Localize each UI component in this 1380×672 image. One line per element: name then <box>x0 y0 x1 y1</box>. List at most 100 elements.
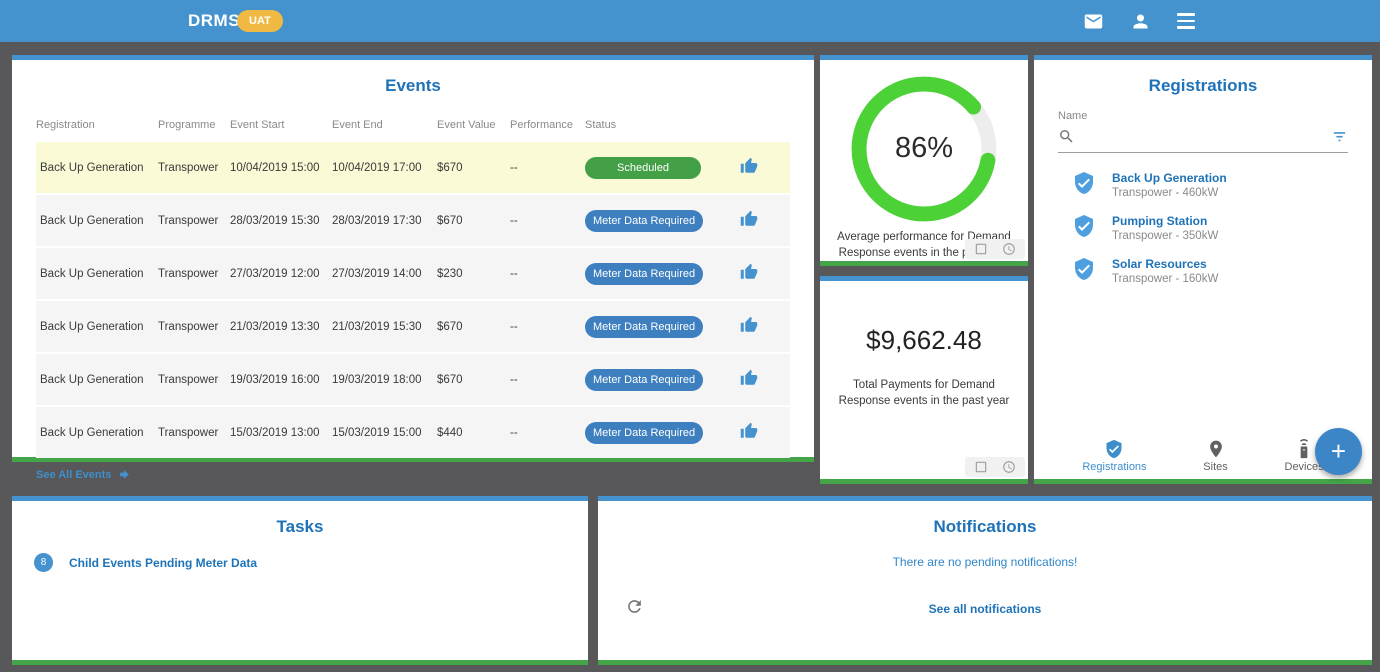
cell-registration: Back Up Generation <box>36 215 158 227</box>
event-row[interactable]: Back Up Generation Transpower 27/03/2019… <box>36 248 790 299</box>
registration-list-item[interactable]: Back Up Generation Transpower - 460kW <box>1072 171 1372 199</box>
events-table-body: Back Up Generation Transpower 10/04/2019… <box>36 142 790 458</box>
status-badge: Scheduled <box>585 157 701 179</box>
cell-event-end: 15/03/2019 15:00 <box>332 427 437 439</box>
performance-percent: 86% <box>820 132 1028 165</box>
cell-registration: Back Up Generation <box>36 162 158 174</box>
location-pin-icon <box>1206 439 1226 459</box>
event-row[interactable]: Back Up Generation Transpower 15/03/2019… <box>36 407 790 458</box>
status-badge: Meter Data Required <box>585 422 703 444</box>
event-row[interactable]: Back Up Generation Transpower 28/03/2019… <box>36 195 790 246</box>
registrations-panel: Registrations Name Back Up Generation Tr… <box>1034 55 1372 484</box>
cell-event-value: $670 <box>437 374 510 386</box>
refresh-icon[interactable] <box>625 597 644 616</box>
card-view-icon[interactable] <box>974 242 988 256</box>
clock-icon[interactable] <box>1002 242 1016 256</box>
cell-performance: -- <box>510 268 585 280</box>
cell-programme: Transpower <box>158 427 230 439</box>
card-view-icon[interactable] <box>974 460 988 474</box>
cell-programme: Transpower <box>158 162 230 174</box>
tab-registrations[interactable]: Registrations <box>1082 439 1146 473</box>
registration-detail: Transpower - 350kW <box>1112 230 1218 242</box>
cell-performance: -- <box>510 321 585 333</box>
task-count-badge: 8 <box>34 553 53 572</box>
cell-registration: Back Up Generation <box>36 374 158 386</box>
cell-event-end: 19/03/2019 18:00 <box>332 374 437 386</box>
search-field-label: Name <box>1058 110 1348 122</box>
column-event-value: Event Value <box>437 119 510 131</box>
thumbs-up-icon[interactable] <box>740 369 758 387</box>
cell-registration: Back Up Generation <box>36 427 158 439</box>
cell-registration: Back Up Generation <box>36 268 158 280</box>
thumbs-up-icon[interactable] <box>740 263 758 281</box>
notifications-footer: See all notifications <box>598 597 1372 616</box>
payments-panel: $9,662.48 Total Payments for Demand Resp… <box>820 276 1028 484</box>
cell-performance: -- <box>510 427 585 439</box>
column-event-start: Event Start <box>230 119 332 131</box>
cell-event-end: 21/03/2019 15:30 <box>332 321 437 333</box>
cell-programme: Transpower <box>158 215 230 227</box>
cell-event-start: 19/03/2019 16:00 <box>230 374 332 386</box>
see-all-events-link[interactable]: See All Events <box>36 467 132 482</box>
registrations-title: Registrations <box>1034 76 1372 96</box>
cell-event-value: $670 <box>437 162 510 174</box>
search-input[interactable] <box>1058 122 1348 153</box>
cell-event-start: 15/03/2019 13:00 <box>230 427 332 439</box>
notifications-title: Notifications <box>598 517 1372 537</box>
add-registration-button[interactable]: + <box>1315 428 1362 475</box>
status-badge: Meter Data Required <box>585 369 703 391</box>
thumbs-up-icon[interactable] <box>740 422 758 440</box>
tasks-title: Tasks <box>12 517 588 537</box>
column-programme: Programme <box>158 119 230 131</box>
tasks-panel: Tasks 8 Child Events Pending Meter Data <box>12 496 588 665</box>
column-registration: Registration <box>36 119 158 131</box>
shield-check-icon <box>1072 171 1096 195</box>
remote-device-icon <box>1294 439 1314 459</box>
thumbs-up-icon[interactable] <box>740 316 758 334</box>
event-row[interactable]: Back Up Generation Transpower 10/04/2019… <box>36 142 790 193</box>
account-icon[interactable] <box>1130 11 1151 32</box>
cell-programme: Transpower <box>158 321 230 333</box>
cell-registration: Back Up Generation <box>36 321 158 333</box>
thumbs-up-icon[interactable] <box>740 157 758 175</box>
no-notifications-message: There are no pending notifications! <box>598 555 1372 569</box>
cell-event-value: $230 <box>437 268 510 280</box>
menu-icon[interactable] <box>1177 13 1195 29</box>
notifications-panel: Notifications There are no pending notif… <box>598 496 1372 665</box>
mail-icon[interactable] <box>1083 11 1104 32</box>
cell-programme: Transpower <box>158 268 230 280</box>
cell-event-end: 27/03/2019 14:00 <box>332 268 437 280</box>
filter-icon[interactable] <box>1331 129 1348 144</box>
shield-check-icon <box>1072 257 1096 281</box>
column-event-end: Event End <box>332 119 437 131</box>
registration-list-item[interactable]: Pumping Station Transpower - 350kW <box>1072 214 1372 242</box>
registrations-list: Back Up Generation Transpower - 460kW Pu… <box>1072 171 1372 285</box>
registration-name: Pumping Station <box>1112 214 1218 228</box>
shield-check-icon <box>1104 439 1124 459</box>
cell-event-start: 28/03/2019 15:30 <box>230 215 332 227</box>
task-item[interactable]: 8 Child Events Pending Meter Data <box>34 553 588 572</box>
see-all-notifications-link[interactable]: See all notifications <box>598 602 1372 616</box>
event-row[interactable]: Back Up Generation Transpower 19/03/2019… <box>36 354 790 405</box>
performance-donut-chart: 86% <box>820 70 1028 228</box>
registration-name: Back Up Generation <box>1112 171 1227 185</box>
cell-event-end: 10/04/2019 17:00 <box>332 162 437 174</box>
status-badge: Meter Data Required <box>585 263 703 285</box>
total-payments-amount: $9,662.48 <box>820 325 1028 356</box>
thumbs-up-icon[interactable] <box>740 210 758 228</box>
cell-event-start: 27/03/2019 12:00 <box>230 268 332 280</box>
status-badge: Meter Data Required <box>585 210 703 232</box>
tasks-list: 8 Child Events Pending Meter Data <box>12 553 588 572</box>
tab-sites[interactable]: Sites <box>1203 439 1227 473</box>
cell-performance: -- <box>510 162 585 174</box>
column-status: Status <box>585 119 740 131</box>
arrow-right-icon <box>117 467 132 482</box>
registration-list-item[interactable]: Solar Resources Transpower - 160kW <box>1072 257 1372 285</box>
cell-performance: -- <box>510 215 585 227</box>
event-row[interactable]: Back Up Generation Transpower 21/03/2019… <box>36 301 790 352</box>
status-badge: Meter Data Required <box>585 316 703 338</box>
column-performance: Performance <box>510 119 585 131</box>
performance-footer <box>965 239 1025 259</box>
registration-detail: Transpower - 460kW <box>1112 187 1227 199</box>
clock-icon[interactable] <box>1002 460 1016 474</box>
